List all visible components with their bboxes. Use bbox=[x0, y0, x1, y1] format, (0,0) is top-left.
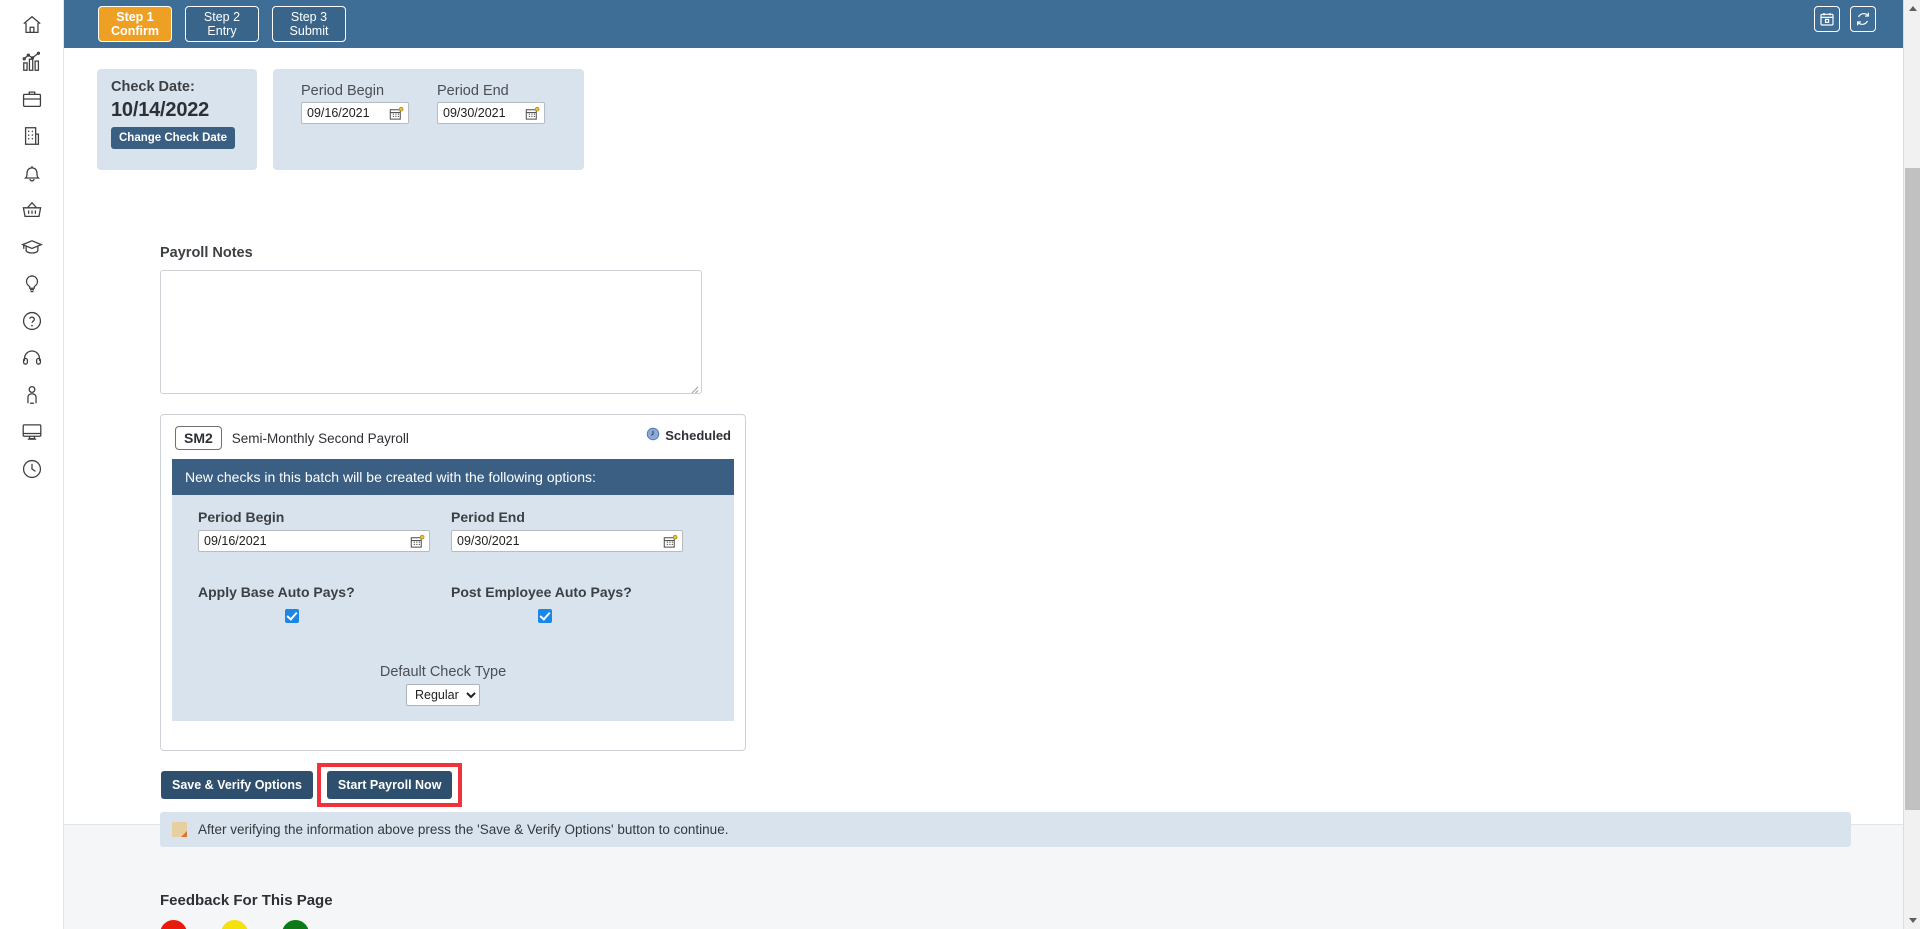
left-icon-rail bbox=[0, 0, 64, 929]
batch-code-badge: SM2 bbox=[175, 426, 222, 450]
step-1-confirm-tab[interactable]: Step 1 Confirm bbox=[98, 6, 172, 42]
wizard-step-bar: Step 1 Confirm Step 2 Entry Step 3 Submi… bbox=[64, 0, 1903, 48]
status-badge: Scheduled bbox=[646, 427, 731, 444]
batch-period-begin-label: Period Begin bbox=[198, 509, 285, 525]
feedback-rating-group bbox=[160, 920, 309, 929]
period-begin-input[interactable]: 09/16/2021 bbox=[301, 102, 409, 124]
step-2-bottom-label: Entry bbox=[207, 24, 237, 38]
person-icon[interactable] bbox=[8, 376, 56, 413]
post-employee-auto-pays-checkbox[interactable] bbox=[538, 609, 552, 623]
apply-base-auto-pays-label: Apply Base Auto Pays? bbox=[198, 584, 355, 600]
batch-period-begin-calendar-icon[interactable] bbox=[410, 534, 425, 552]
batch-period-end-input[interactable]: 09/30/2021 bbox=[451, 530, 683, 552]
payroll-wizard-screen: Step 1 Confirm Step 2 Entry Step 3 Submi… bbox=[0, 0, 1920, 929]
resize-grip-icon[interactable] bbox=[689, 381, 699, 394]
payroll-notes-label: Payroll Notes bbox=[160, 245, 253, 261]
vertical-scrollbar[interactable] bbox=[1903, 0, 1920, 929]
refresh-icon[interactable] bbox=[1850, 6, 1876, 32]
clock-icon[interactable] bbox=[8, 450, 56, 487]
period-end-value: 09/30/2021 bbox=[443, 106, 506, 120]
apply-base-auto-pays-field: Apply Base Auto Pays? bbox=[198, 584, 443, 628]
period-end-input[interactable]: 09/30/2021 bbox=[437, 102, 545, 124]
post-employee-auto-pays-field: Post Employee Auto Pays? bbox=[451, 584, 696, 628]
graduation-cap-icon[interactable] bbox=[8, 228, 56, 265]
note-icon bbox=[172, 822, 187, 837]
analytics-chart-icon[interactable] bbox=[8, 43, 56, 80]
batch-period-end-label: Period End bbox=[451, 509, 525, 525]
batch-period-begin-input[interactable]: 09/16/2021 bbox=[198, 530, 430, 552]
batch-header: SM2 Semi-Monthly Second Payroll Schedule… bbox=[161, 415, 745, 459]
question-mark-circle-icon[interactable] bbox=[8, 302, 56, 339]
check-date-panel: Check Date: 10/14/2022 Change Check Date bbox=[97, 69, 257, 170]
briefcase-icon[interactable] bbox=[8, 80, 56, 117]
feedback-dot-negative[interactable] bbox=[160, 920, 187, 929]
batch-options-banner: New checks in this batch will be created… bbox=[172, 459, 734, 495]
step-3-bottom-label: Submit bbox=[289, 24, 329, 38]
home-icon[interactable] bbox=[8, 6, 56, 43]
scrollbar-thumb[interactable] bbox=[1905, 168, 1920, 810]
period-begin-calendar-icon[interactable] bbox=[389, 106, 404, 124]
bell-icon[interactable] bbox=[8, 154, 56, 191]
period-end-calendar-icon[interactable] bbox=[525, 106, 540, 124]
page-scroll-region: Step 1 Confirm Step 2 Entry Step 3 Submi… bbox=[64, 0, 1903, 929]
post-employee-auto-pays-label: Post Employee Auto Pays? bbox=[451, 584, 632, 600]
default-check-type-select[interactable]: Regular bbox=[406, 684, 480, 706]
change-check-date-button[interactable]: Change Check Date bbox=[111, 127, 236, 149]
batch-period-end-field: Period End 09/30/2021 bbox=[451, 509, 696, 552]
monitor-icon[interactable] bbox=[8, 413, 56, 450]
action-buttons: Save & Verify Options Start Payroll Now bbox=[161, 763, 463, 807]
info-message-text: After verifying the information above pr… bbox=[198, 822, 729, 837]
period-panel: Period Begin 09/16/2021 Period End 09/30… bbox=[273, 69, 584, 170]
step-3-submit-tab[interactable]: Step 3 Submit bbox=[272, 6, 346, 42]
feedback-dot-neutral[interactable] bbox=[221, 920, 248, 929]
batch-period-begin-field: Period Begin 09/16/2021 bbox=[198, 509, 443, 552]
headphones-icon[interactable] bbox=[8, 339, 56, 376]
period-begin-value: 09/16/2021 bbox=[307, 106, 370, 120]
info-message-bar: After verifying the information above pr… bbox=[160, 812, 1851, 847]
default-check-type-field: Default Check Type Regular bbox=[198, 664, 708, 706]
apply-base-auto-pays-checkbox[interactable] bbox=[285, 609, 299, 623]
default-check-type-label: Default Check Type bbox=[379, 664, 507, 680]
clock-status-icon bbox=[646, 427, 660, 444]
building-icon[interactable] bbox=[8, 117, 56, 154]
period-end-label: Period End bbox=[437, 83, 509, 99]
period-begin-label: Period Begin bbox=[301, 83, 385, 99]
start-payroll-now-button[interactable]: Start Payroll Now bbox=[326, 771, 453, 799]
check-date-value: 10/14/2022 bbox=[111, 99, 210, 121]
check-date-label: Check Date: bbox=[111, 79, 195, 95]
lightbulb-icon[interactable] bbox=[8, 265, 56, 302]
main-content-card: Check Date: 10/14/2022 Change Check Date… bbox=[64, 48, 1903, 847]
start-payroll-highlight: Start Payroll Now bbox=[316, 763, 463, 807]
batch-period-end-calendar-icon[interactable] bbox=[663, 534, 678, 552]
period-end-field: Period End 09/30/2021 bbox=[437, 83, 545, 124]
feedback-title: Feedback For This Page bbox=[160, 892, 333, 909]
payroll-batch-card: SM2 Semi-Monthly Second Payroll Schedule… bbox=[160, 414, 746, 751]
batch-options-body: Period Begin 09/16/2021 Period End 09/30… bbox=[172, 495, 734, 721]
date-panels: Check Date: 10/14/2022 Change Check Date… bbox=[97, 69, 584, 170]
step-2-top-label: Step 2 bbox=[203, 10, 241, 24]
status-badge-label: Scheduled bbox=[665, 428, 731, 443]
basket-icon[interactable] bbox=[8, 191, 56, 228]
step-1-bottom-label: Confirm bbox=[111, 24, 159, 38]
header-actions bbox=[1814, 6, 1876, 32]
scroll-down-arrow-icon[interactable] bbox=[1904, 912, 1920, 929]
calendar-icon[interactable] bbox=[1814, 6, 1840, 32]
scroll-up-arrow-icon[interactable] bbox=[1904, 0, 1920, 17]
batch-name-label: Semi-Monthly Second Payroll bbox=[231, 430, 409, 446]
period-begin-field: Period Begin 09/16/2021 bbox=[301, 83, 409, 124]
batch-period-begin-value: 09/16/2021 bbox=[204, 534, 267, 548]
step-3-top-label: Step 3 bbox=[290, 10, 328, 24]
step-2-entry-tab[interactable]: Step 2 Entry bbox=[185, 6, 259, 42]
step-1-top-label: Step 1 bbox=[116, 10, 154, 24]
feedback-dot-positive[interactable] bbox=[282, 920, 309, 929]
save-verify-options-button[interactable]: Save & Verify Options bbox=[161, 771, 313, 799]
payroll-notes-textarea[interactable] bbox=[160, 270, 702, 394]
batch-period-end-value: 09/30/2021 bbox=[457, 534, 520, 548]
